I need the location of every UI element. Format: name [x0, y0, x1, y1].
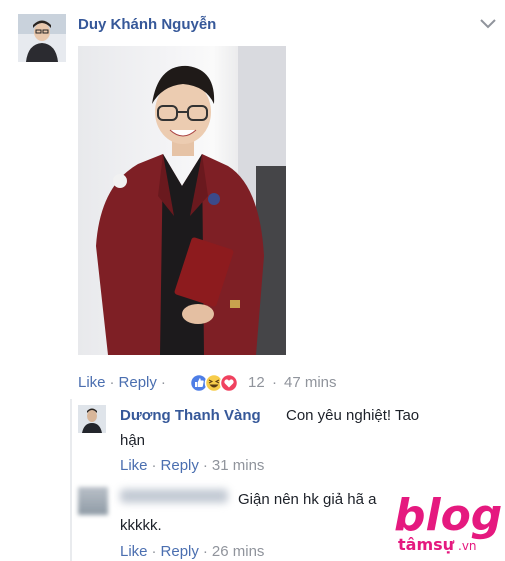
watermark-logo: blog tâmsự .vn [392, 488, 502, 556]
reply-text-line2: hận [120, 432, 146, 449]
post-photo[interactable] [78, 46, 286, 355]
watermark-sub: tâmsự [398, 535, 455, 554]
reply-author-name[interactable]: Dương Thanh Vàng [120, 407, 261, 424]
reaction-count[interactable]: 12 [248, 374, 265, 391]
reply-time[interactable]: 26 mins [212, 543, 265, 560]
reply-button[interactable]: Reply [119, 374, 157, 391]
reply-text-line2: kkkkk. [120, 517, 162, 534]
post-actions: Like · Reply · [78, 374, 166, 391]
like-button[interactable]: Like [120, 457, 148, 474]
watermark-brand: blog [394, 490, 502, 541]
like-button[interactable]: Like [120, 543, 148, 560]
reply-text-line1: Con yêu nghiệt! Tao [286, 407, 420, 424]
like-button[interactable]: Like [78, 374, 106, 391]
author-avatar[interactable] [18, 14, 66, 62]
reply-button[interactable]: Reply [161, 457, 199, 474]
author-name[interactable]: Duy Khánh Nguyễn [78, 16, 216, 33]
love-reaction-icon [219, 373, 239, 393]
watermark-tld: .vn [458, 539, 477, 553]
reply-button[interactable]: Reply [161, 543, 199, 560]
time-separator: · [272, 374, 277, 391]
post-time[interactable]: 47 mins [284, 374, 337, 391]
reply-avatar[interactable] [78, 405, 106, 433]
chevron-down-icon[interactable] [477, 16, 499, 32]
reply-actions: Like · Reply · 31 mins [120, 457, 265, 474]
reply-text-line1: Giận nên hk giả hã a [238, 491, 377, 508]
blurred-avatar[interactable] [78, 487, 108, 515]
reply-time[interactable]: 31 mins [212, 457, 265, 474]
blurred-author-name[interactable] [120, 489, 228, 503]
reply-thread-line [70, 399, 72, 561]
reactions-summary[interactable] [189, 373, 246, 393]
reply-actions: Like · Reply · 26 mins [120, 543, 265, 560]
